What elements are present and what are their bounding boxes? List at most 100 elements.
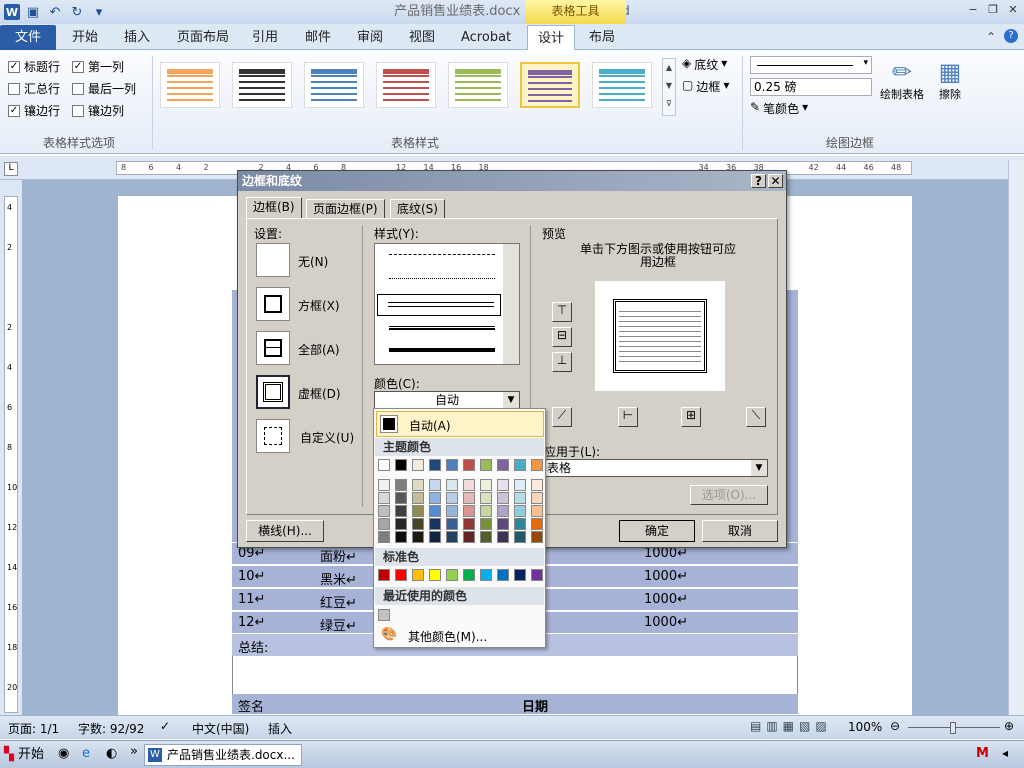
theme-shade-swatch[interactable]: [480, 479, 492, 491]
theme-color-swatch[interactable]: [429, 459, 441, 471]
theme-color-swatch[interactable]: [514, 459, 526, 471]
tab-page-layout[interactable]: 页面布局: [177, 25, 229, 50]
theme-color-swatch[interactable]: [446, 459, 458, 471]
theme-shade-swatch[interactable]: [378, 505, 390, 517]
standard-color-swatch[interactable]: [412, 569, 424, 581]
table-style-thumbnail[interactable]: [592, 62, 652, 108]
style-dash-dot[interactable]: [389, 254, 495, 255]
theme-shade-swatch[interactable]: [446, 518, 458, 530]
summary-content[interactable]: [232, 656, 798, 694]
standard-color-swatch[interactable]: [446, 569, 458, 581]
zoom-out-icon[interactable]: ⊖: [890, 719, 900, 733]
tab-view[interactable]: 视图: [409, 25, 435, 50]
checkbox-banded-rows[interactable]: ✓ 镶边行: [8, 102, 60, 119]
theme-shade-swatch[interactable]: [412, 518, 424, 530]
page-count[interactable]: 页面: 1/1: [8, 720, 59, 737]
setting-custom-icon[interactable]: [256, 419, 290, 453]
borders-button[interactable]: ▢ 边框 ▾: [682, 78, 729, 95]
table-style-thumbnail[interactable]: [376, 62, 436, 108]
theme-shade-swatch[interactable]: [429, 518, 441, 530]
redo-icon[interactable]: ↻: [68, 3, 86, 21]
top-border-button[interactable]: ⊤: [552, 302, 572, 322]
close-button[interactable]: ✕: [1004, 2, 1022, 18]
sign-row[interactable]: 签名 日期: [232, 694, 798, 715]
checkbox-first-column[interactable]: ✓ 第一列: [72, 58, 124, 75]
theme-shade-swatch[interactable]: [497, 531, 509, 543]
theme-shade-swatch[interactable]: [531, 479, 543, 491]
tab-shading[interactable]: 底纹(S): [390, 199, 445, 219]
restore-button[interactable]: ❐: [984, 2, 1002, 18]
word-logo-icon[interactable]: W: [4, 4, 20, 20]
theme-shade-swatch[interactable]: [497, 505, 509, 517]
tab-layout[interactable]: 布局: [589, 25, 615, 50]
theme-shade-swatch[interactable]: [395, 505, 407, 517]
customize-qat-icon[interactable]: ▾: [90, 3, 108, 21]
line-style-dropdown[interactable]: ▾: [750, 56, 872, 74]
setting-none-icon[interactable]: [256, 243, 290, 277]
theme-shade-swatch[interactable]: [531, 505, 543, 517]
theme-shade-swatch[interactable]: [446, 492, 458, 504]
theme-shade-swatch[interactable]: [429, 492, 441, 504]
auto-color-item[interactable]: 自动(A): [376, 411, 544, 437]
theme-shade-swatch[interactable]: [446, 479, 458, 491]
chevron-down-icon[interactable]: ▼: [751, 460, 767, 476]
apply-to-dropdown[interactable]: 表格 ▼: [544, 459, 768, 477]
theme-color-swatch[interactable]: [480, 459, 492, 471]
setting-box-label[interactable]: 方框(X): [298, 297, 340, 314]
vertical-scrollbar[interactable]: [1008, 160, 1024, 715]
setting-all-icon[interactable]: [256, 331, 290, 365]
help-icon[interactable]: ?: [1004, 29, 1018, 43]
checkbox-banded-columns[interactable]: 镶边列: [72, 102, 124, 119]
theme-shade-swatch[interactable]: [412, 492, 424, 504]
tab-selector-icon[interactable]: L: [4, 162, 18, 176]
theme-shade-swatch[interactable]: [531, 531, 543, 543]
standard-color-swatch[interactable]: [378, 569, 390, 581]
theme-color-swatch[interactable]: [412, 459, 424, 471]
theme-color-swatch[interactable]: [378, 459, 390, 471]
style-list-scrollbar[interactable]: [503, 244, 519, 364]
style-thick[interactable]: [389, 348, 495, 352]
table-style-thumbnail[interactable]: [232, 62, 292, 108]
zoom-level[interactable]: 100%: [848, 720, 882, 734]
middle-vertical-border-button[interactable]: ⊞: [681, 407, 701, 427]
ok-button[interactable]: 确定: [619, 520, 695, 542]
theme-shade-swatch[interactable]: [514, 518, 526, 530]
theme-color-swatch[interactable]: [395, 459, 407, 471]
language-indicator[interactable]: 中文(中国): [192, 720, 249, 737]
tab-acrobat[interactable]: Acrobat: [461, 25, 511, 50]
theme-shade-swatch[interactable]: [480, 531, 492, 543]
dialog-help-button[interactable]: ?: [751, 174, 766, 188]
table-style-thumbnail[interactable]: [520, 62, 580, 108]
insert-mode-indicator[interactable]: 插入: [268, 720, 292, 737]
standard-color-swatch[interactable]: [429, 569, 441, 581]
proofing-icon[interactable]: ✓: [160, 719, 170, 733]
collapse-ribbon-icon[interactable]: ⌃: [986, 30, 996, 44]
chevron-down-icon[interactable]: ▼: [503, 392, 519, 408]
theme-shade-swatch[interactable]: [480, 518, 492, 530]
theme-shade-swatch[interactable]: [412, 505, 424, 517]
tab-review[interactable]: 审阅: [357, 25, 383, 50]
table-style-thumbnail[interactable]: [304, 62, 364, 108]
zoom-slider-thumb[interactable]: [950, 722, 956, 734]
theme-shade-swatch[interactable]: [446, 531, 458, 543]
theme-shade-swatch[interactable]: [531, 492, 543, 504]
minimize-button[interactable]: −: [964, 2, 982, 18]
tray-arrow-icon[interactable]: ◂: [1002, 746, 1008, 760]
theme-shade-swatch[interactable]: [378, 531, 390, 543]
ie-icon[interactable]: e: [82, 746, 90, 761]
line-weight-dropdown[interactable]: 0.25 磅: [750, 78, 872, 96]
start-button[interactable]: ▚ 开始: [2, 744, 50, 766]
standard-color-swatch[interactable]: [395, 569, 407, 581]
middle-horizontal-border-button[interactable]: ⊟: [552, 327, 572, 347]
theme-shade-swatch[interactable]: [395, 531, 407, 543]
theme-shade-swatch[interactable]: [429, 505, 441, 517]
theme-shade-swatch[interactable]: [463, 479, 475, 491]
theme-shade-swatch[interactable]: [429, 479, 441, 491]
tray-app-icon[interactable]: M: [976, 746, 989, 761]
tab-design[interactable]: 设计: [527, 25, 576, 50]
horizontal-line-button[interactable]: 横线(H)...: [246, 520, 324, 542]
theme-shade-swatch[interactable]: [480, 492, 492, 504]
theme-shade-swatch[interactable]: [514, 479, 526, 491]
theme-color-swatch[interactable]: [531, 459, 543, 471]
theme-shade-swatch[interactable]: [463, 518, 475, 530]
